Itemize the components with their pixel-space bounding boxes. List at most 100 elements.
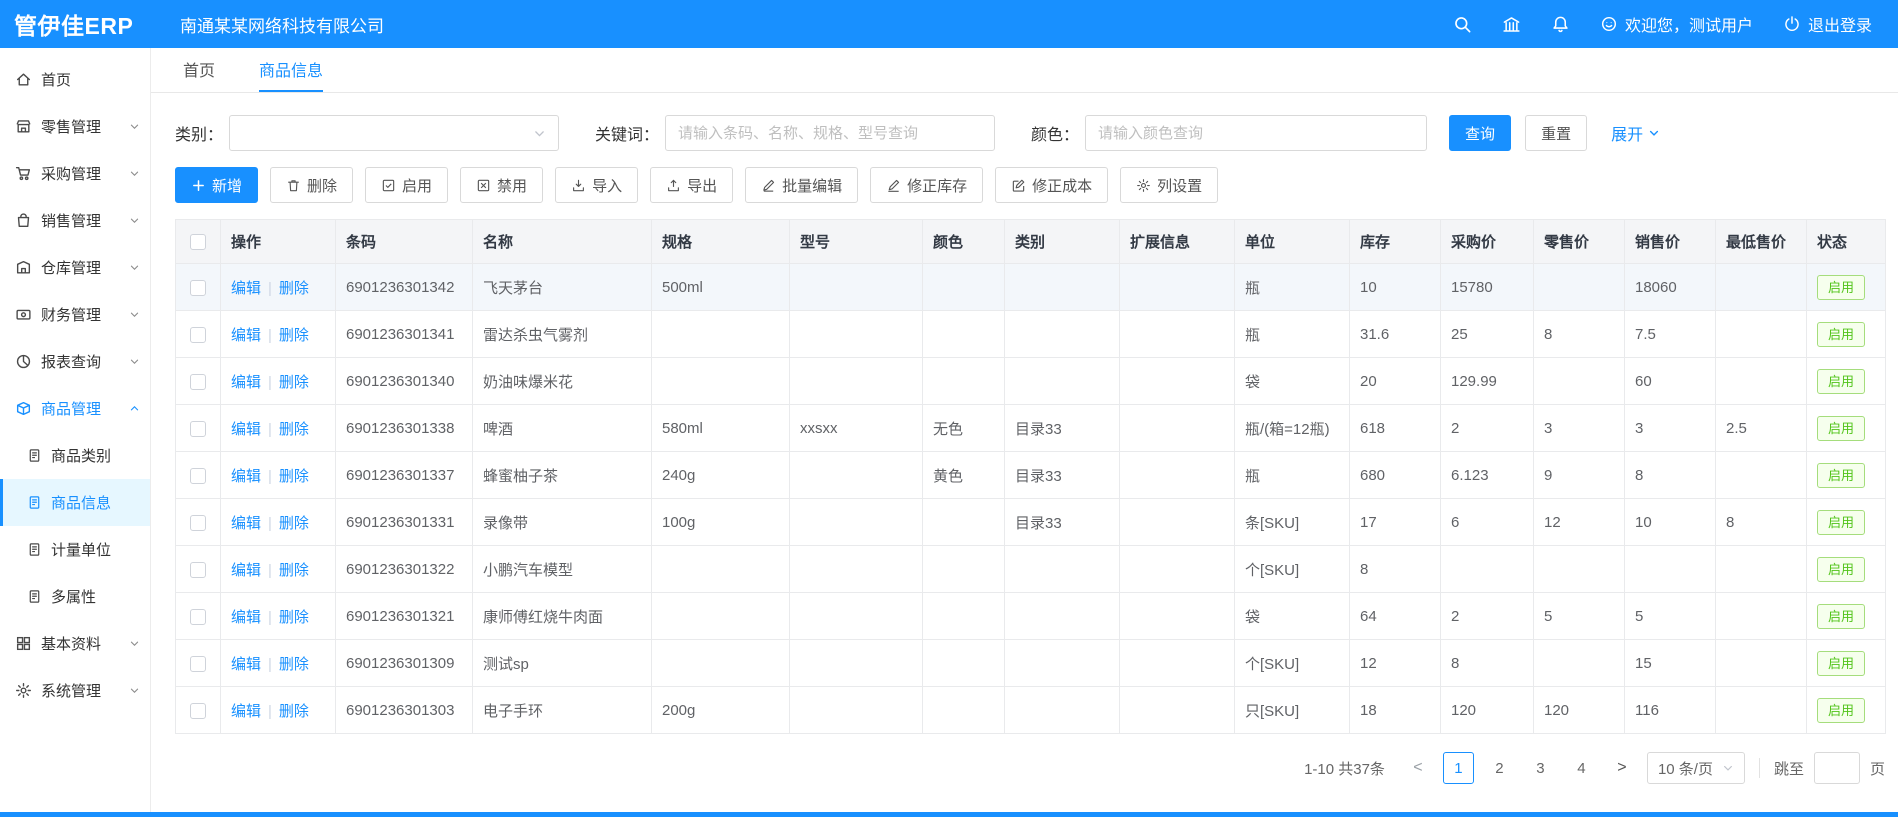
- sidebar-item-finance[interactable]: 财务管理: [0, 291, 150, 338]
- reset-button[interactable]: 重置: [1525, 115, 1587, 151]
- edit-link[interactable]: 编辑: [231, 280, 261, 297]
- expand-toggle[interactable]: 展开: [1611, 121, 1660, 145]
- delete-link[interactable]: 删除: [279, 280, 309, 297]
- cell-unit: 个[SKU]: [1235, 640, 1350, 687]
- sidebar-item-system[interactable]: 系统管理: [0, 667, 150, 714]
- column-settings-button[interactable]: 列设置: [1120, 167, 1218, 203]
- delete-link[interactable]: 删除: [279, 327, 309, 344]
- link-separator: |: [268, 656, 272, 673]
- chevron-down-icon: [129, 168, 140, 179]
- logout-button[interactable]: 退出登录: [1783, 12, 1872, 36]
- row-checkbox[interactable]: [190, 609, 206, 625]
- export-button[interactable]: 导出: [650, 167, 733, 203]
- sidebar-item-purchase[interactable]: 采购管理: [0, 150, 150, 197]
- delete-link[interactable]: 删除: [279, 562, 309, 579]
- row-checkbox[interactable]: [190, 280, 206, 296]
- prev-page-button[interactable]: <: [1403, 752, 1433, 784]
- row-checkbox[interactable]: [190, 515, 206, 531]
- sidebar-item-basic-data[interactable]: 基本资料: [0, 620, 150, 667]
- cell-extinfo: [1120, 546, 1235, 593]
- bag-icon: [15, 212, 32, 229]
- tab-product-info[interactable]: 商品信息: [259, 48, 323, 92]
- delete-link[interactable]: 删除: [279, 421, 309, 438]
- delete-link[interactable]: 删除: [279, 703, 309, 720]
- page-number-3[interactable]: 3: [1525, 752, 1556, 784]
- cell-stock: 680: [1350, 452, 1441, 499]
- delete-link[interactable]: 删除: [279, 609, 309, 626]
- notification-bell-icon[interactable]: [1551, 15, 1570, 34]
- search-icon[interactable]: [1453, 15, 1472, 34]
- fix-cost-button[interactable]: 修正成本: [995, 167, 1108, 203]
- edit-link[interactable]: 编辑: [231, 609, 261, 626]
- keyword-input[interactable]: [665, 115, 995, 151]
- sidebar-item-product-info[interactable]: 商品信息: [0, 479, 150, 526]
- batch-edit-button[interactable]: 批量编辑: [745, 167, 858, 203]
- toolbar: 新增 删除 启用 禁用 导入: [175, 167, 1898, 203]
- sidebar-item-label: 仓库管理: [41, 257, 101, 278]
- welcome-user[interactable]: 欢迎您，测试用户: [1600, 12, 1753, 36]
- search-button[interactable]: 查询: [1449, 115, 1511, 151]
- page-number-1[interactable]: 1: [1443, 752, 1474, 784]
- sidebar-item-product-category[interactable]: 商品类别: [0, 432, 150, 479]
- category-select[interactable]: [229, 115, 559, 151]
- pagination: 1-10 共37条 < 1 2 3 4 > 10 条/页 跳至 页: [175, 752, 1885, 784]
- page-size-select[interactable]: 10 条/页: [1647, 752, 1745, 784]
- color-input[interactable]: [1085, 115, 1427, 151]
- edit-link[interactable]: 编辑: [231, 703, 261, 720]
- select-all-checkbox[interactable]: [190, 234, 206, 250]
- row-checkbox[interactable]: [190, 327, 206, 343]
- tab-home[interactable]: 首页: [183, 48, 215, 92]
- col-header-purchase-price: 采购价: [1441, 220, 1534, 264]
- cell-retail-price: 5: [1534, 593, 1625, 640]
- row-checkbox[interactable]: [190, 562, 206, 578]
- delete-link[interactable]: 删除: [279, 468, 309, 485]
- chevron-down-icon: [129, 309, 140, 320]
- sidebar-item-reports[interactable]: 报表查询: [0, 338, 150, 385]
- page-number-2[interactable]: 2: [1484, 752, 1515, 784]
- cell-ops: 编辑|删除: [221, 687, 336, 734]
- row-checkbox[interactable]: [190, 703, 206, 719]
- add-button[interactable]: 新增: [175, 167, 258, 203]
- edit-link[interactable]: 编辑: [231, 327, 261, 344]
- edit-link[interactable]: 编辑: [231, 515, 261, 532]
- sidebar-item-attributes[interactable]: 多属性: [0, 573, 150, 620]
- page-number-4[interactable]: 4: [1566, 752, 1597, 784]
- next-page-button[interactable]: >: [1607, 752, 1637, 784]
- cell-min-price: [1716, 593, 1807, 640]
- delete-link[interactable]: 删除: [279, 515, 309, 532]
- cell-purchase-price: 15780: [1441, 264, 1534, 311]
- edit-link[interactable]: 编辑: [231, 562, 261, 579]
- edit-link[interactable]: 编辑: [231, 656, 261, 673]
- bank-icon[interactable]: [1502, 15, 1521, 34]
- edit-link[interactable]: 编辑: [231, 468, 261, 485]
- table-row: 编辑|删除 6901236301331 录像带 100g 目录33 条[SKU]…: [176, 499, 1886, 546]
- jump-page-input[interactable]: [1814, 752, 1860, 784]
- enable-button[interactable]: 启用: [365, 167, 448, 203]
- edit-link[interactable]: 编辑: [231, 421, 261, 438]
- power-icon: [1783, 15, 1801, 33]
- sidebar-item-retail[interactable]: 零售管理: [0, 103, 150, 150]
- import-button[interactable]: 导入: [555, 167, 638, 203]
- sidebar-item-units[interactable]: 计量单位: [0, 526, 150, 573]
- sidebar-item-sales[interactable]: 销售管理: [0, 197, 150, 244]
- table-row: 编辑|删除 6901236301309 测试sp 个[SKU] 12 8 15 …: [176, 640, 1886, 687]
- sidebar-item-products[interactable]: 商品管理: [0, 385, 150, 432]
- edit-link[interactable]: 编辑: [231, 374, 261, 391]
- row-checkbox[interactable]: [190, 421, 206, 437]
- cell-category: 目录33: [1005, 452, 1120, 499]
- link-separator: |: [268, 280, 272, 297]
- row-checkbox[interactable]: [190, 656, 206, 672]
- delete-link[interactable]: 删除: [279, 656, 309, 673]
- sidebar-item-warehouse[interactable]: 仓库管理: [0, 244, 150, 291]
- fix-stock-button[interactable]: 修正库存: [870, 167, 983, 203]
- row-checkbox[interactable]: [190, 374, 206, 390]
- sidebar-item-home[interactable]: 首页: [0, 56, 150, 103]
- delete-link[interactable]: 删除: [279, 374, 309, 391]
- sidebar-item-label: 首页: [41, 69, 71, 90]
- delete-button[interactable]: 删除: [270, 167, 353, 203]
- cell-status: 启用: [1807, 311, 1886, 358]
- cell-name: 飞天茅台: [473, 264, 652, 311]
- row-checkbox[interactable]: [190, 468, 206, 484]
- col-header-spec: 规格: [652, 220, 790, 264]
- disable-button[interactable]: 禁用: [460, 167, 543, 203]
